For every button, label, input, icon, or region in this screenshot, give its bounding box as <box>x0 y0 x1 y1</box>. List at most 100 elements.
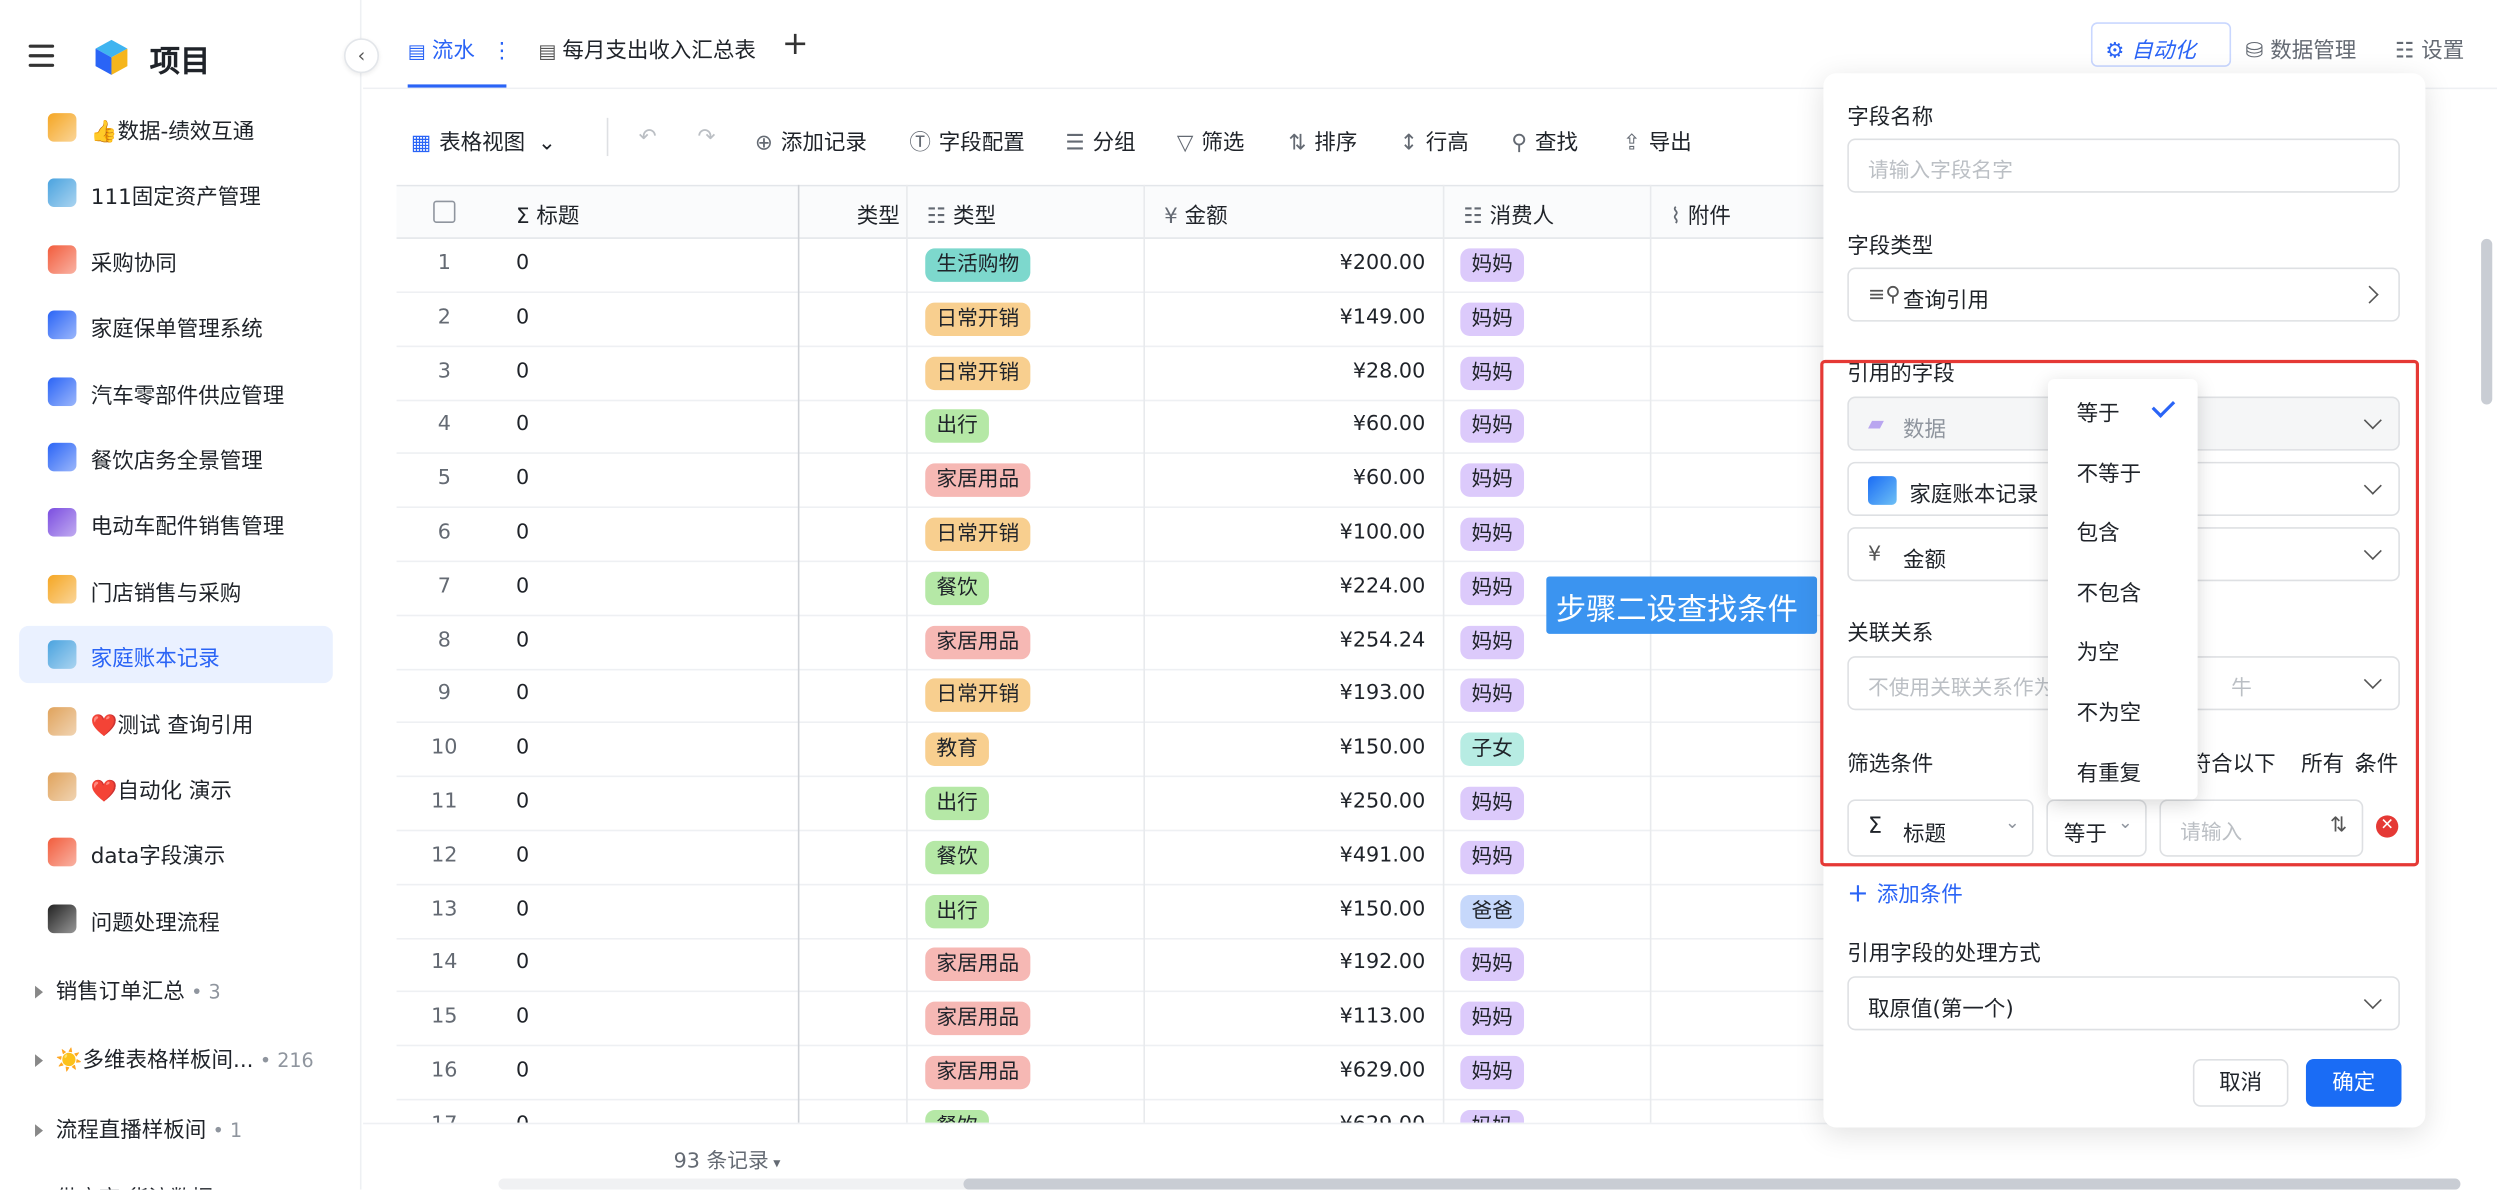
cell-amount[interactable]: ¥192.00 <box>1145 951 1426 975</box>
vertical-scrollbar-thumb[interactable] <box>2481 238 2493 405</box>
cell-amount[interactable]: ¥28.00 <box>1145 359 1425 383</box>
cell-amount[interactable]: ¥193.00 <box>1145 682 1426 706</box>
undo-icon[interactable]: ↶ <box>639 124 657 149</box>
cell-type-tag[interactable]: 出行 <box>925 409 989 444</box>
cell-consumer-tag[interactable]: 妈妈 <box>1460 840 1525 874</box>
cell-consumer-tag[interactable]: 妈妈 <box>1460 302 1525 336</box>
sidebar-item[interactable]: 家庭保单管理系统 <box>19 297 333 354</box>
table-row[interactable]: 14 0 家居用品 ¥192.00 妈妈 <box>396 939 1830 993</box>
table-row[interactable]: 11 0 出行 ¥250.00 妈妈 <box>396 777 1830 832</box>
more-icon[interactable]: ⋮ <box>491 38 512 63</box>
cell-title[interactable]: 0 <box>516 682 529 706</box>
table-row[interactable]: 13 0 出行 ¥150.00 爸爸 <box>396 885 1830 939</box>
cell-consumer-tag[interactable]: 妈妈 <box>1460 356 1525 390</box>
cell-type-tag[interactable]: 家居用品 <box>925 1055 1031 1090</box>
row-height-button[interactable]: ↕ 行高 <box>1400 124 1469 156</box>
data-manage-button[interactable]: ⛁ 数据管理 <box>2245 32 2356 63</box>
cell-type-tag[interactable]: 教育 <box>925 732 989 767</box>
field-type-select[interactable]: ≡⚲ 查询引用 <box>1847 267 2400 322</box>
cell-type-tag[interactable]: 日常开销 <box>925 302 1031 336</box>
cell-type-tag[interactable]: 日常开销 <box>925 679 1031 713</box>
cell-type-tag[interactable]: 日常开销 <box>925 517 1031 552</box>
cell-type-tag[interactable]: 生活购物 <box>925 248 1031 282</box>
cell-title[interactable]: 0 <box>516 252 529 276</box>
cell-title[interactable]: 0 <box>516 844 529 868</box>
table-row[interactable]: 12 0 餐饮 ¥491.00 妈妈 <box>396 831 1830 886</box>
add-record-button[interactable]: ⊕ 添加记录 <box>755 124 867 156</box>
cell-amount[interactable]: ¥100.00 <box>1145 521 1426 545</box>
cell-title[interactable]: 0 <box>516 575 529 599</box>
sidebar-group[interactable]: 供应商 货流数据 • 3 <box>35 1180 249 1189</box>
cell-amount[interactable]: ¥629.00 <box>1145 1059 1426 1083</box>
sidebar-group[interactable]: 销售订单汇总 • 3 <box>35 973 221 1005</box>
cell-consumer-tag[interactable]: 妈妈 <box>1460 948 1525 982</box>
add-condition-button[interactable]: + 添加条件 <box>1847 876 1962 907</box>
dropdown-option[interactable]: 有重复 <box>2077 754 2188 792</box>
cell-amount[interactable]: ¥254.24 <box>1145 628 1426 652</box>
table-row[interactable]: 4 0 出行 ¥60.00 妈妈 <box>396 400 1830 455</box>
confirm-button[interactable]: 确定 <box>2305 1059 2402 1107</box>
cell-amount[interactable]: ¥150.00 <box>1145 736 1426 760</box>
collapse-sidebar-button[interactable]: ‹ <box>343 38 380 74</box>
cell-type-tag[interactable]: 家居用品 <box>925 625 1031 659</box>
menu-icon[interactable] <box>28 44 55 67</box>
cell-type-tag[interactable]: 家居用品 <box>925 463 1031 498</box>
table-row[interactable]: 2 0 日常开销 ¥149.00 妈妈 <box>396 293 1830 347</box>
find-button[interactable]: ⚲ 查找 <box>1511 124 1578 156</box>
column-header-amount[interactable]: ¥ 金额 <box>1164 197 1228 229</box>
cell-type-tag[interactable]: 出行 <box>925 894 989 928</box>
column-header-consumer[interactable]: ☷ 消费人 <box>1464 197 1555 229</box>
cell-consumer-tag[interactable]: 子女 <box>1460 732 1525 767</box>
cell-amount[interactable]: ¥113.00 <box>1145 1005 1426 1029</box>
sidebar-item[interactable]: 111固定资产管理 <box>19 165 333 222</box>
cell-title[interactable]: 0 <box>516 413 529 437</box>
cell-type-tag[interactable]: 餐饮 <box>925 840 989 874</box>
cell-consumer-tag[interactable]: 妈妈 <box>1460 409 1525 444</box>
table-row[interactable]: 9 0 日常开销 ¥193.00 妈妈 <box>396 669 1830 724</box>
horizontal-scrollbar-thumb[interactable] <box>963 1178 2461 1190</box>
cell-title[interactable]: 0 <box>516 898 529 922</box>
frozen-divider[interactable] <box>797 184 800 1125</box>
cell-consumer-tag[interactable]: 妈妈 <box>1460 248 1525 282</box>
table-row[interactable]: 6 0 日常开销 ¥100.00 妈妈 <box>396 508 1830 563</box>
cell-consumer-tag[interactable]: 妈妈 <box>1460 1055 1525 1090</box>
select-all-checkbox[interactable] <box>433 200 456 223</box>
sidebar-group[interactable]: ☀️多维表格样板间... • 216 <box>35 1042 314 1074</box>
table-row[interactable]: 3 0 日常开销 ¥28.00 妈妈 <box>396 347 1830 401</box>
cell-type-tag[interactable]: 餐饮 <box>925 571 989 605</box>
sidebar-item[interactable]: ❤️自动化 演示 <box>19 758 333 815</box>
cell-amount[interactable]: ¥149.00 <box>1145 305 1426 329</box>
table-row[interactable]: 15 0 家居用品 ¥113.00 妈妈 <box>396 992 1830 1047</box>
group-button[interactable]: ☰ 分组 <box>1065 124 1135 156</box>
redo-icon[interactable]: ↷ <box>698 124 716 149</box>
add-tab-icon[interactable]: + <box>782 24 809 62</box>
tab-monthly-summary[interactable]: ▤ 每月支出收入汇总表 <box>538 32 756 63</box>
table-row[interactable]: 5 0 家居用品 ¥60.00 妈妈 <box>396 454 1830 509</box>
record-count[interactable]: 93 条记录 ▾ <box>674 1143 781 1174</box>
sidebar-item[interactable]: 👍数据-绩效互通 <box>19 99 333 156</box>
tab-liushui[interactable]: ▤ 流水 ⋮ <box>408 32 513 63</box>
sidebar-item[interactable]: 电动车配件销售管理 <box>19 494 333 551</box>
cell-amount[interactable]: ¥60.00 <box>1145 467 1425 491</box>
cell-amount[interactable]: ¥150.00 <box>1145 898 1426 922</box>
view-selector[interactable]: ▦ 表格视图 ⌄ <box>411 124 556 156</box>
table-row[interactable]: 10 0 教育 ¥150.00 子女 <box>396 723 1830 778</box>
export-button[interactable]: ⇪ 导出 <box>1623 124 1692 156</box>
sidebar-item[interactable]: 采购协同 <box>19 231 333 288</box>
swap-icon[interactable]: ⇅ <box>2330 814 2347 838</box>
sidebar-item[interactable]: 门店销售与采购 <box>19 560 333 617</box>
cell-type-tag[interactable]: 家居用品 <box>925 948 1031 982</box>
cell-consumer-tag[interactable]: 爸爸 <box>1460 894 1525 928</box>
cancel-button[interactable]: 取消 <box>2192 1059 2289 1107</box>
column-header-type[interactable]: ☷ 类型 <box>927 197 996 229</box>
cell-consumer-tag[interactable]: 妈妈 <box>1460 1001 1525 1036</box>
dropdown-option[interactable]: 不包含 <box>2077 575 2188 613</box>
dropdown-option[interactable]: 包含 <box>2077 515 2188 553</box>
cell-consumer-tag[interactable]: 妈妈 <box>1460 571 1525 605</box>
automation-button[interactable]: ⚙ 自动化 <box>2090 22 2232 67</box>
cell-consumer-tag[interactable]: 妈妈 <box>1460 463 1525 498</box>
field-name-input[interactable]: 请输入字段名字 <box>1847 138 2400 193</box>
remove-condition-icon[interactable]: ✕ <box>2376 815 2399 838</box>
sidebar-group[interactable]: 流程直播样板间 • 1 <box>35 1111 242 1143</box>
sidebar-item[interactable]: 家庭账本记录 <box>19 626 333 684</box>
